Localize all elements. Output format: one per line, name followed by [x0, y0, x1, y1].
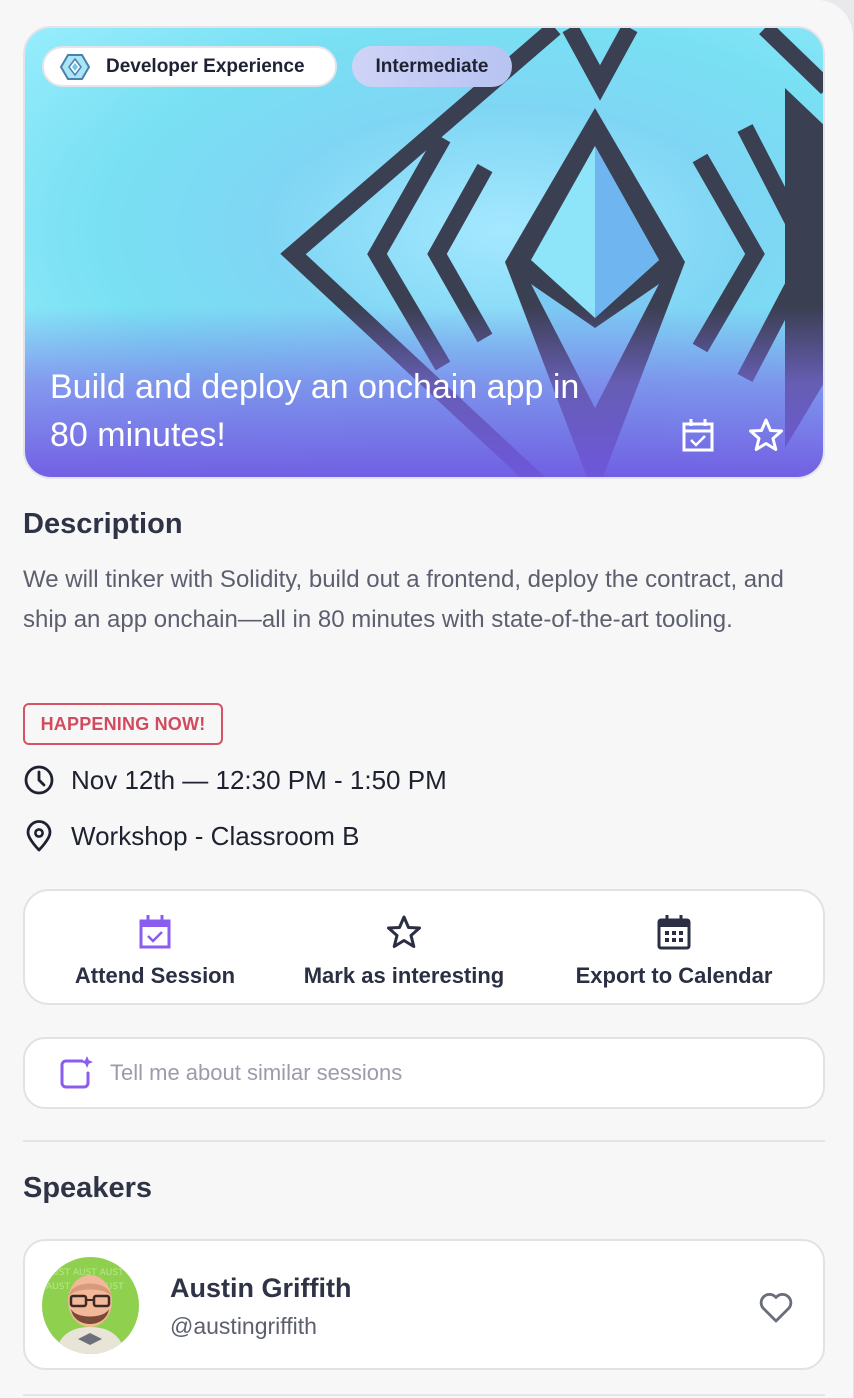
mark-interesting-label: Mark as interesting [303, 963, 505, 988]
mark-interesting-button[interactable]: Mark as interesting [291, 891, 517, 1003]
level-chip: Intermediate [352, 46, 512, 87]
level-label: Intermediate [375, 55, 489, 77]
status-badge: HAPPENING NOW! [23, 703, 223, 745]
speakers-heading: Speakers [23, 1172, 152, 1204]
description-text: We will tinker with Solidity, build out … [23, 566, 784, 633]
track-label: Developer Experience [106, 55, 305, 77]
clock-icon [24, 765, 54, 795]
calendar-grid-icon [657, 915, 691, 950]
description-heading: Description [23, 508, 183, 540]
attend-session-button[interactable]: Attend Session [67, 891, 243, 1003]
star-icon[interactable] [747, 416, 785, 454]
similar-sessions-prompt[interactable] [23, 1037, 825, 1109]
calendar-check-icon[interactable] [679, 416, 717, 454]
heart-icon[interactable] [757, 1288, 795, 1326]
bottom-divider [23, 1394, 825, 1396]
star-icon [387, 915, 421, 948]
session-hero: Developer Experience Intermediate Build … [23, 26, 825, 479]
section-divider [23, 1140, 825, 1142]
track-chip[interactable]: Developer Experience [42, 46, 337, 87]
ai-sparkle-icon [60, 1056, 93, 1089]
session-location: Workshop - Classroom B [23, 820, 360, 852]
calendar-check-icon [139, 915, 171, 949]
map-pin-icon [26, 820, 52, 852]
export-calendar-button[interactable]: Export to Calendar [565, 891, 783, 1003]
speaker-name: Austin Griffith [170, 1273, 352, 1303]
session-time: Nov 12th — 12:30 PM - 1:50 PM [23, 764, 447, 796]
session-venue: Workshop - Classroom B [71, 820, 360, 851]
similar-sessions-input[interactable] [110, 1060, 760, 1086]
attend-session-label: Attend Session [74, 963, 236, 988]
developer-experience-icon [59, 53, 91, 80]
export-calendar-label: Export to Calendar [575, 963, 773, 988]
speaker-handle: @austingriffith [170, 1313, 317, 1339]
avatar: AUST AUST AUST AUST AUST AUST [42, 1257, 139, 1354]
session-datetime: Nov 12th — 12:30 PM - 1:50 PM [71, 764, 447, 795]
session-title: Build and deploy an onchain app in 80 mi… [50, 368, 580, 454]
session-actions: Attend Session Mark as interesting Expor… [23, 889, 825, 1005]
session-detail-panel: Developer Experience Intermediate Build … [0, 0, 854, 1398]
speaker-card[interactable]: AUST AUST AUST AUST AUST AUST Austin Gri… [23, 1239, 825, 1370]
